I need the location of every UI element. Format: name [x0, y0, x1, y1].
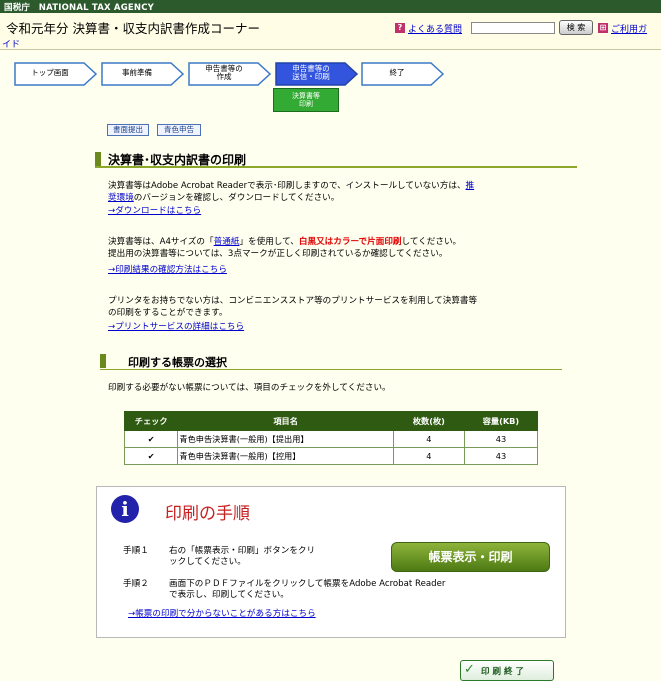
step-label: トップ画面 [31, 68, 69, 77]
agency-name: 国税庁 NATIONAL TAX AGENCY [4, 3, 154, 13]
col-name: 項目名 [177, 411, 394, 431]
print-finish-label: 印刷終了 [481, 667, 528, 677]
p2-text3: してください。 [401, 237, 462, 247]
step-label: 申告書等の 作成 [205, 64, 243, 81]
step2-line1: 画面下のＰＤＦファイルをクリックして帳票をAdobe Acrobat Reade… [169, 579, 446, 589]
section-marker [95, 152, 101, 166]
section-underline [100, 369, 562, 370]
blue-return-button[interactable]: 青色申告 [157, 124, 201, 136]
col-check: チェック [123, 411, 179, 431]
submit-doc-button[interactable]: 書面提出 [107, 124, 149, 136]
table-header-row: チェック 項目名 枚数(枚) 容量(KB) [123, 411, 539, 431]
p1-text2: のバージョンを確認し、ダウンロードしてください。 [133, 193, 340, 203]
step-label: 申告書等の 送信・印刷 [292, 64, 330, 81]
print-check-link[interactable]: →印刷結果の確認方法はこちら [108, 264, 227, 276]
p2-text2: 」を使用して、 [239, 237, 299, 247]
guide-link-wrap[interactable]: イド [2, 37, 20, 50]
form-display-print-button[interactable]: 帳票表示・印刷 [391, 542, 550, 572]
step2-text: 画面下のＰＤＦファイルをクリックして帳票をAdobe Acrobat Reade… [169, 579, 549, 601]
col-pages: 枚数(枚) [392, 411, 465, 431]
step1-line2: ックしてください。 [169, 557, 246, 567]
section2-desc: 印刷する必要がない帳票については、項目のチェックを外してください。 [108, 383, 391, 393]
print-service-link[interactable]: →プリントサービスの詳細はこちら [108, 321, 244, 333]
step1-line1: 右の「帳票表示・印刷」ボタンをクリ [169, 546, 316, 556]
page-title: 令和元年分 決算書・収支内訳書作成コーナー [6, 21, 260, 36]
section-marker [100, 354, 106, 368]
p1-text: 決算書等はAdobe Acrobat Readerで表示･印刷しますので、インス… [108, 181, 466, 191]
download-link[interactable]: →ダウンロードはこちら [108, 205, 201, 217]
procedure-title: 印刷の手順 [165, 504, 250, 524]
faq-link[interactable]: よくある質問 [408, 22, 462, 35]
section2-title: 印刷する帳票の選択 [128, 356, 227, 369]
table-row: ✔ 青色申告決算書(一般用)【控用】 4 43 [123, 447, 539, 465]
check-icon: ✓ [464, 662, 475, 677]
guide-icon: ⊞ [598, 23, 608, 33]
row-checkbox[interactable]: ✔ [123, 430, 179, 448]
step2-label: 手順２ [123, 579, 149, 589]
p2-text: 決算書等は、A4サイズの「 [108, 237, 214, 247]
print-mode-emphasis: 白黒又はカラーで片面印刷 [298, 237, 402, 247]
subtab-print[interactable]: 決算書等 印刷 [273, 88, 339, 112]
step2-line2: で表示し、印刷してください。 [169, 590, 289, 600]
search-input[interactable] [471, 22, 555, 34]
section1-paragraph3: プリンタをお持ちでない方は、コンビニエンスストア等のプリントサービスを利用して決… [108, 295, 563, 319]
section1-paragraph2: 決算書等は、A4サイズの「普通紙」を使用して、白黒又はカラーで片面印刷してくださ… [108, 236, 563, 260]
recommended-env-link[interactable]: 奨環境 [108, 193, 134, 203]
guide-link[interactable]: ご利用ガ [611, 22, 647, 35]
plain-paper-link[interactable]: 普通紙 [214, 237, 240, 247]
forms-table: チェック 項目名 枚数(枚) 容量(KB) ✔ 青色申告決算書(一般用)【提出用… [123, 411, 539, 465]
col-size: 容量(KB) [463, 411, 539, 431]
search-button[interactable]: 検 索 [559, 20, 593, 35]
row-checkbox[interactable]: ✔ [123, 447, 179, 465]
row-name: 青色申告決算書(一般用)【提出用】 [177, 430, 394, 448]
step-label: 終了 [389, 68, 405, 77]
p3-line2: の印刷をすることができます。 [108, 308, 228, 318]
section-underline [95, 166, 577, 168]
faq-icon: ? [395, 23, 405, 33]
info-icon: i [111, 495, 139, 523]
p2-line2: 提出用の決算書等については、3点マークが正しく印刷されているか確認してください。 [108, 249, 448, 259]
step1-label: 手順１ [123, 546, 149, 556]
print-finish-button[interactable]: ✓ 印刷終了 [460, 660, 554, 681]
agency-bar: 国税庁 NATIONAL TAX AGENCY [0, 0, 661, 13]
row-name: 青色申告決算書(一般用)【控用】 [177, 447, 394, 465]
row-pages: 4 [392, 447, 465, 465]
step1-text: 右の「帳票表示・印刷」ボタンをクリ ックしてください。 [169, 546, 374, 568]
step-label: 事前準備 [122, 68, 152, 77]
row-size: 43 [463, 430, 539, 448]
table-row: ✔ 青色申告決算書(一般用)【提出用】 4 43 [123, 430, 539, 448]
page-header: 令和元年分 決算書・収支内訳書作成コーナー イド ? よくある質問 検 索 ⊞ … [0, 13, 661, 50]
print-procedure-box: i 印刷の手順 手順１ 右の「帳票表示・印刷」ボタンをクリ ックしてください。 帳… [96, 486, 566, 638]
recommended-env-link[interactable]: 推 [466, 181, 475, 191]
help-link[interactable]: →帳票の印刷で分からないことがある方はこちら [128, 609, 316, 620]
p3-line1: プリンタをお持ちでない方は、コンビニエンスストア等のプリントサービスを利用して決… [108, 296, 478, 306]
row-size: 43 [463, 447, 539, 465]
row-pages: 4 [392, 430, 465, 448]
section1-paragraph1: 決算書等はAdobe Acrobat Readerで表示･印刷しますので、インス… [108, 180, 563, 204]
